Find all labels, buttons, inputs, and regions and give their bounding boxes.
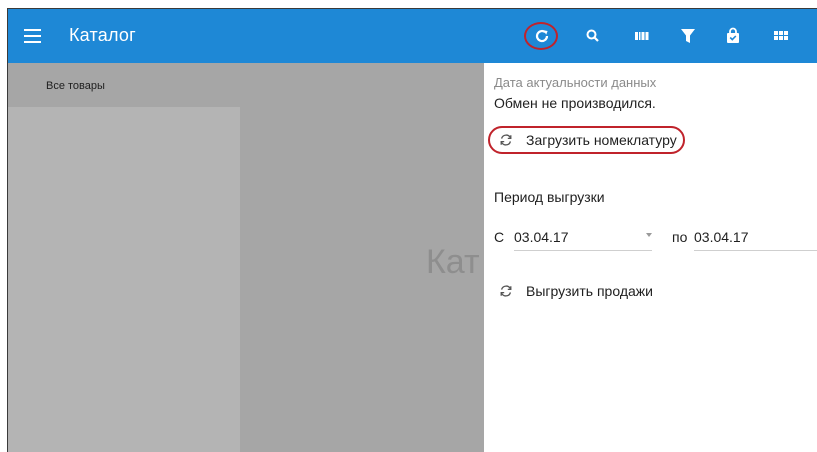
from-label: С <box>494 229 505 245</box>
chevron-down-icon <box>646 233 652 237</box>
load-nomenclature-label: Загрузить номеклатуру <box>526 132 677 148</box>
exchange-status: Обмен не производился. <box>494 95 656 111</box>
filter-icon <box>681 29 695 43</box>
filter-button[interactable] <box>671 21 705 51</box>
grid-icon <box>774 31 788 40</box>
upload-sales-button[interactable]: Выгрузить продажи <box>498 279 653 303</box>
to-date-field[interactable]: 03.04.17 <box>694 227 817 251</box>
from-date-field[interactable]: 03.04.17 <box>514 227 652 251</box>
refresh-icon <box>535 29 549 43</box>
bag-button[interactable] <box>716 21 750 51</box>
from-date-value: 03.04.17 <box>514 229 569 245</box>
upload-sales-label: Выгрузить продажи <box>526 283 653 299</box>
search-button[interactable] <box>576 21 610 51</box>
load-nomenclature-button[interactable]: Загрузить номеклатуру <box>488 126 685 154</box>
period-label: Период выгрузки <box>494 189 605 205</box>
period-row: С 03.04.17 по 03.04.17 <box>494 227 817 251</box>
refresh-icon <box>498 283 514 299</box>
barcode-icon <box>635 32 649 40</box>
category-list: Все товары <box>8 63 240 452</box>
to-label: по <box>672 229 688 245</box>
category-header: Все товары <box>8 63 240 107</box>
catalog-background-title: Кат <box>426 243 480 281</box>
grid-button[interactable] <box>764 21 798 51</box>
all-products-item[interactable]: Все товары <box>46 80 105 92</box>
menu-icon[interactable] <box>24 27 44 45</box>
app-bar: Каталог <box>8 9 817 63</box>
dimmed-catalog-area[interactable]: Все товары Кат <box>8 63 484 452</box>
data-date-label: Дата актуальности данных <box>494 75 657 90</box>
search-icon <box>586 29 599 42</box>
sync-panel: Дата актуальности данных Обмен не произв… <box>484 63 817 452</box>
refresh-icon <box>498 132 514 148</box>
to-date-value: 03.04.17 <box>694 229 749 245</box>
refresh-button[interactable] <box>525 21 559 51</box>
page-title: Каталог <box>69 25 136 45</box>
bag-icon <box>727 27 739 43</box>
barcode-button[interactable] <box>625 21 659 51</box>
app-window: Каталог Все товары Кат Дата актуальности… <box>7 8 817 452</box>
